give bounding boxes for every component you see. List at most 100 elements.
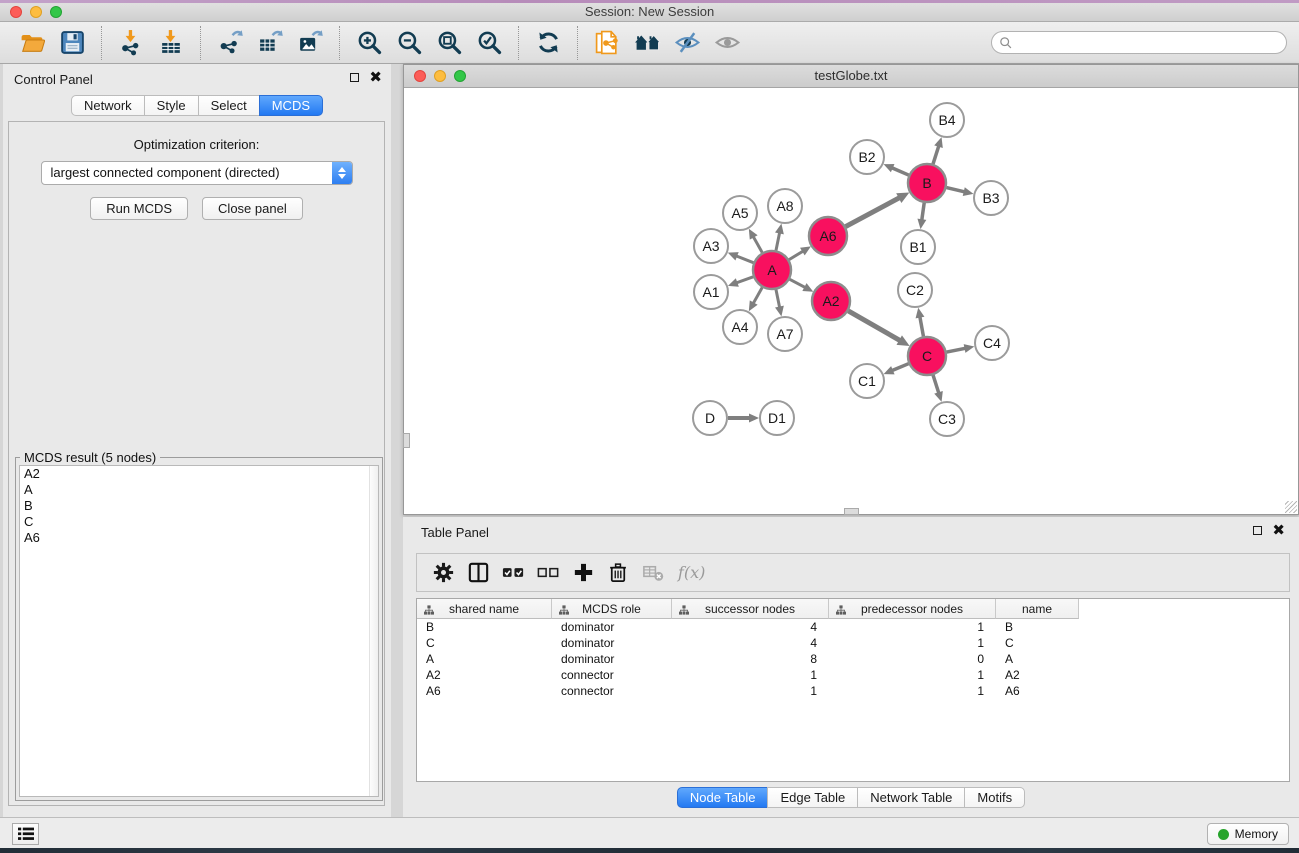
close-panel-icon[interactable]: ✖ — [369, 72, 382, 83]
mcds-result-item[interactable]: A6 — [20, 530, 378, 546]
memory-button[interactable]: Memory — [1207, 823, 1289, 845]
table-cell[interactable]: 1 — [672, 684, 829, 698]
table-cell[interactable]: 4 — [672, 636, 829, 650]
table-cell[interactable]: 1 — [672, 668, 829, 682]
network-window-titlebar[interactable]: testGlobe.txt — [404, 65, 1298, 88]
splitter-handle[interactable] — [403, 433, 410, 448]
tab-motifs[interactable]: Motifs — [964, 787, 1025, 808]
splitter-handle[interactable] — [844, 508, 859, 515]
network-zoom-button[interactable] — [454, 70, 466, 82]
table-cell[interactable]: B — [417, 620, 552, 634]
table-cell[interactable]: A — [996, 652, 1079, 666]
column-header-MCDS-role[interactable]: MCDS role — [552, 599, 672, 619]
column-visibility-icon[interactable] — [466, 559, 491, 587]
tab-select[interactable]: Select — [198, 95, 260, 116]
table-cell[interactable]: A2 — [996, 668, 1079, 682]
table-cell[interactable]: A2 — [417, 668, 552, 682]
table-cell[interactable]: dominator — [552, 620, 672, 634]
column-header-shared-name[interactable]: shared name — [417, 599, 552, 619]
tab-style[interactable]: Style — [144, 95, 199, 116]
table-row[interactable]: Cdominator41C — [417, 635, 1289, 651]
column-header-successor-nodes[interactable]: successor nodes — [672, 599, 829, 619]
zoom-fit-icon[interactable] — [434, 28, 464, 58]
table-cell[interactable]: C — [417, 636, 552, 650]
table-cell[interactable]: A6 — [996, 684, 1079, 698]
table-row[interactable]: Adominator80A — [417, 651, 1289, 667]
graph-edge-A2-C[interactable] — [848, 311, 903, 343]
table-cell[interactable]: 1 — [829, 668, 996, 682]
toolbar-separator — [339, 26, 340, 60]
search-input[interactable] — [1013, 36, 1286, 50]
network-canvas[interactable]: B4B2BB3B1A5A8A3AA1A4A7A6A2C2CC4C1C3DD1 — [404, 88, 1298, 514]
hide-selected-icon[interactable] — [712, 28, 742, 58]
mcds-result-list[interactable]: A2ABCA6 — [19, 465, 379, 797]
table-cell[interactable]: 0 — [829, 652, 996, 666]
resize-grip[interactable] — [1285, 501, 1297, 513]
table-cell[interactable]: C — [996, 636, 1079, 650]
mcds-result-item[interactable]: A — [20, 482, 378, 498]
new-network-from-file-icon[interactable] — [592, 28, 622, 58]
export-image-icon[interactable] — [295, 28, 325, 58]
import-network-icon[interactable] — [116, 28, 146, 58]
add-column-icon[interactable] — [571, 559, 596, 587]
mcds-result-item[interactable]: C — [20, 514, 378, 530]
tab-network-table[interactable]: Network Table — [857, 787, 965, 808]
table-cell[interactable]: dominator — [552, 652, 672, 666]
table-cell[interactable]: dominator — [552, 636, 672, 650]
float-panel-icon[interactable] — [1253, 526, 1262, 535]
table-cell[interactable]: connector — [552, 684, 672, 698]
tab-network[interactable]: Network — [71, 95, 145, 116]
open-file-icon[interactable] — [17, 28, 47, 58]
select-all-icon[interactable] — [501, 559, 526, 587]
zoom-in-icon[interactable] — [354, 28, 384, 58]
refresh-icon[interactable] — [533, 28, 563, 58]
zoom-window-button[interactable] — [50, 6, 62, 18]
zoom-selected-icon[interactable] — [474, 28, 504, 58]
run-mcds-button[interactable]: Run MCDS — [90, 197, 188, 220]
graph-edge-A6-B[interactable] — [846, 196, 903, 227]
table-cell[interactable]: B — [996, 620, 1079, 634]
network-close-button[interactable] — [414, 70, 426, 82]
first-neighbors-icon[interactable] — [632, 28, 662, 58]
table-cell[interactable]: 8 — [672, 652, 829, 666]
optimization-criterion-select[interactable]: largest connected component (directed) — [41, 161, 353, 185]
network-graph[interactable]: B4B2BB3B1A5A8A3AA1A4A7A6A2C2CC4C1C3DD1 — [404, 88, 1298, 514]
search-field[interactable] — [991, 31, 1287, 54]
tab-edge-table[interactable]: Edge Table — [767, 787, 858, 808]
mcds-result-item[interactable]: A2 — [20, 466, 378, 482]
table-row[interactable]: Bdominator41B — [417, 619, 1289, 635]
scrollbar-track[interactable] — [369, 466, 378, 796]
float-panel-icon[interactable] — [350, 73, 359, 82]
deselect-all-icon[interactable] — [536, 559, 561, 587]
table-cell[interactable]: A — [417, 652, 552, 666]
minimize-window-button[interactable] — [30, 6, 42, 18]
network-minimize-button[interactable] — [434, 70, 446, 82]
export-table-icon[interactable] — [255, 28, 285, 58]
graphics-details-icon[interactable] — [672, 28, 702, 58]
table-cell[interactable]: 1 — [829, 620, 996, 634]
table-cell[interactable]: A6 — [417, 684, 552, 698]
settings-gear-icon[interactable] — [431, 559, 456, 587]
close-panel-icon[interactable]: ✖ — [1272, 525, 1285, 536]
import-table-icon[interactable] — [156, 28, 186, 58]
node-table[interactable]: shared nameMCDS rolesuccessor nodesprede… — [416, 598, 1290, 782]
table-cell[interactable]: 1 — [829, 636, 996, 650]
table-row[interactable]: A6connector11A6 — [417, 683, 1289, 699]
control-panel-title: Control Panel — [14, 72, 93, 87]
column-header-predecessor-nodes[interactable]: predecessor nodes — [829, 599, 996, 619]
table-cell[interactable]: 4 — [672, 620, 829, 634]
save-session-icon[interactable] — [57, 28, 87, 58]
close-panel-button[interactable]: Close panel — [202, 197, 303, 220]
table-cell[interactable]: connector — [552, 668, 672, 682]
delete-column-icon[interactable] — [606, 559, 631, 587]
table-row[interactable]: A2connector11A2 — [417, 667, 1289, 683]
column-header-name[interactable]: name — [996, 599, 1079, 619]
export-network-icon[interactable] — [215, 28, 245, 58]
zoom-out-icon[interactable] — [394, 28, 424, 58]
close-window-button[interactable] — [10, 6, 22, 18]
mcds-result-item[interactable]: B — [20, 498, 378, 514]
tab-mcds[interactable]: MCDS — [259, 95, 323, 116]
table-cell[interactable]: 1 — [829, 684, 996, 698]
task-history-button[interactable] — [12, 823, 39, 845]
tab-node-table[interactable]: Node Table — [677, 787, 769, 808]
